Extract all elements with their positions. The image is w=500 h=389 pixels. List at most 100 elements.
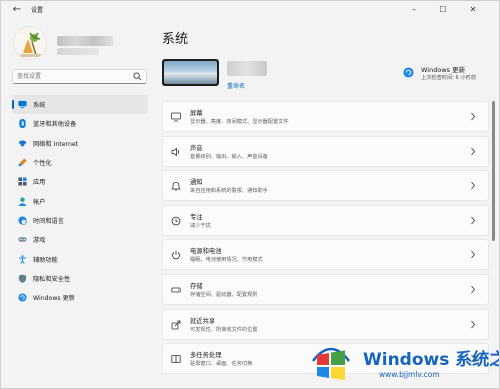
wallpaper-preview [164,61,217,84]
back-button[interactable]: ← [11,4,23,16]
card-subtitle: 睡眠、电池使用情况、节电模式 [190,257,263,264]
card-subtitle: 音量级别、输出、输入、声音设备 [190,153,268,160]
sidebar-item-label: 隐私和安全性 [33,275,71,283]
sidebar-item-apps[interactable]: 应用 [12,172,148,191]
chevron-right-icon [471,251,476,259]
card-notifications[interactable]: 通知 来自应用和系统的警报、通知助手 [162,170,489,202]
card-subtitle: 存储空间、驱动器、配置规则 [190,291,258,298]
avatar[interactable] [13,26,47,60]
sidebar-item-label: 帐户 [33,198,46,206]
watermark-brand: Windows 系统之家 [363,350,499,370]
sidebar-item-label: 辅助功能 [33,256,58,264]
share-icon [171,320,181,329]
update-icon [18,293,27,302]
sidebar-item-label: 应用 [33,179,46,187]
settings-window: ← 设置 – ☐ ✕ 系统 [0,0,500,389]
sidebar-item-personalization[interactable]: 个性化 [12,153,148,172]
search-input[interactable] [17,70,127,83]
rename-link[interactable]: 重命名 [227,81,245,90]
watermark-url: www.bjjmlv.com [379,370,440,379]
card-sound[interactable]: 声音 音量级别、输出、输入、声音设备 [162,135,489,167]
maximize-button[interactable]: ☐ [433,3,453,17]
card-focus[interactable]: 专注 减少干扰 [162,204,489,236]
card-subtitle: 减少干扰 [190,222,211,229]
sidebar-item-windows-update[interactable]: Windows 更新 [12,288,148,307]
sidebar-item-accounts[interactable]: 帐户 [12,191,148,210]
account-icon [18,197,27,206]
avatar-image [14,27,46,59]
sidebar-item-label: 网络和 Internet [33,140,79,148]
scrollbar[interactable] [492,101,495,241]
update-icon [403,67,414,78]
brush-icon [18,158,27,167]
card-title: 声音 [190,144,203,152]
user-email-redacted [57,48,99,55]
sidebar-item-label: 个性化 [33,160,52,168]
app-title: 设置 [31,7,44,14]
card-title: 屏幕 [190,110,203,117]
sidebar-item-label: 时间和语言 [33,217,64,225]
sidebar-item-label: 蓝牙和其他设备 [33,121,77,129]
card-title: 专注 [190,213,203,221]
device-thumbnail [162,59,219,86]
chevron-right-icon [471,181,476,190]
sidebar-item-privacy[interactable]: 隐私和安全性 [12,269,148,288]
sidebar-nav: 系统 蓝牙和其他设备 网络和 Internet 个性化 应用 帐户 时间和语言 [12,95,148,307]
card-subtitle: 贴靠窗口、桌面、任务切换 [190,361,253,368]
power-icon [172,251,180,260]
windows-update-title: Windows 更新 [421,66,466,74]
accessibility-icon [18,254,27,264]
storage-icon [171,287,181,293]
windows-logo-icon [312,347,350,380]
device-name-redacted [227,61,267,76]
search-box[interactable] [12,69,147,84]
chevron-right-icon [471,320,476,328]
sidebar-item-label: Windows 更新 [33,295,75,303]
card-nearby-sharing[interactable]: 就近共享 可发现性、所接收文件的位置 [162,308,489,340]
bluetooth-icon [19,119,26,129]
globe-clock-icon [18,216,27,225]
chevron-right-icon [471,147,476,155]
multitask-icon [171,355,181,364]
search-icon[interactable] [133,72,142,81]
watermark: Windows 系统之家 www.bjjmlv.com [301,337,499,387]
chevron-right-icon [471,216,476,225]
shield-icon [18,274,27,283]
sidebar-item-system[interactable]: 系统 [12,95,148,115]
title-bar: ← 设置 – ☐ ✕ [1,1,499,19]
card-title: 通知 [190,179,203,187]
card-title: 多任务处理 [190,352,222,360]
focus-icon [171,216,181,226]
monitor-icon [18,101,27,109]
card-power-battery[interactable]: 电源和电池 睡眠、电池使用情况、节电模式 [162,239,489,271]
speaker-icon [171,147,180,156]
windows-update-status[interactable]: Windows 更新 上次检查时间: 6 小时前 [401,63,491,85]
user-name-redacted [57,36,113,46]
display-icon [171,112,181,122]
card-storage[interactable]: 存储 存储空间、驱动器、配置规则 [162,273,489,305]
close-button[interactable]: ✕ [463,3,483,17]
sidebar-item-gaming[interactable]: 游戏 [12,230,148,249]
card-subtitle: 可发现性、所接收文件的位置 [190,326,258,333]
windows-update-subtitle: 上次检查时间: 6 小时前 [421,75,477,81]
chevron-right-icon [471,112,476,121]
chevron-right-icon [471,285,476,294]
card-title: 就近共享 [190,317,216,325]
card-title: 电源和电池 [190,248,222,256]
bell-icon [171,182,181,191]
page-title: 系统 [162,32,189,47]
gamepad-icon [18,237,27,242]
sidebar-item-bluetooth[interactable]: 蓝牙和其他设备 [12,114,148,133]
sidebar-item-accessibility[interactable]: 辅助功能 [12,249,148,268]
wifi-icon [18,140,27,147]
card-subtitle: 来自应用和系统的警报、通知助手 [190,188,268,195]
card-subtitle: 显示器、亮度、夜间模式、显示器配置文件 [190,119,289,125]
sidebar-item-time-language[interactable]: 时间和语言 [12,211,148,230]
apps-icon [18,177,27,186]
sidebar-item-label: 游戏 [33,237,46,245]
minimize-button[interactable]: – [404,3,424,17]
sidebar-item-label: 系统 [33,102,46,110]
card-display[interactable]: 屏幕 显示器、亮度、夜间模式、显示器配置文件 [162,101,489,132]
card-title: 存储 [190,282,203,290]
sidebar-item-network[interactable]: 网络和 Internet [12,134,148,153]
